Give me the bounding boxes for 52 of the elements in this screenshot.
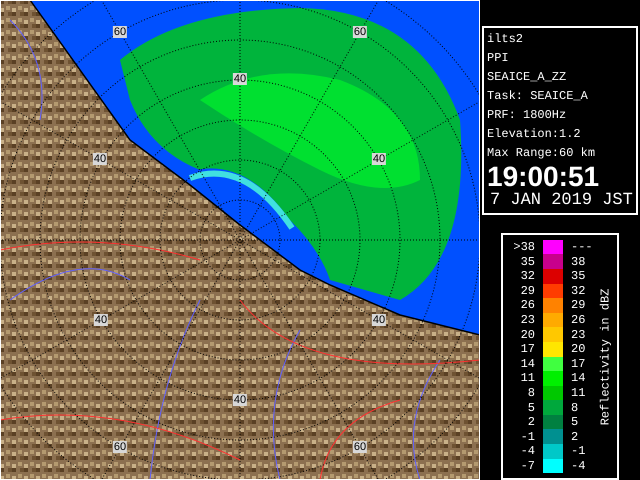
legend-high-value: 14 — [571, 371, 586, 386]
info-line: ilts2 — [487, 31, 524, 48]
info-line: Task: SEAICE_A — [487, 88, 589, 105]
legend-low-value: -4 — [520, 444, 535, 458]
info-line: PPI — [487, 50, 510, 67]
legend-high-value: 8 — [571, 400, 580, 415]
legend-high-value: 2 — [571, 430, 580, 444]
legend-low-value: 11 — [520, 371, 535, 386]
legend-low-value: 5 — [526, 400, 535, 415]
legend-low-value: 23 — [520, 313, 535, 328]
range-label: 60 — [112, 26, 128, 38]
range-label: 40 — [372, 153, 386, 165]
time-text: 19:00:51 — [487, 163, 600, 191]
range-label: 40 — [372, 314, 386, 326]
info-line: Max Range:60 km — [487, 145, 596, 162]
legend-low-value: 8 — [526, 386, 535, 400]
legend-high-value: 23 — [571, 328, 586, 342]
date-text: 7 JAN 2019 JST — [489, 191, 633, 211]
legend-high-value: 5 — [571, 415, 580, 430]
legend-high-value: 29 — [571, 298, 586, 312]
range-label: 40 — [92, 153, 108, 165]
info-line: Elevation:1.2 — [487, 126, 582, 143]
range-label: 40 — [232, 394, 248, 406]
legend-low-value: -1 — [520, 430, 535, 444]
range-label: 60 — [352, 441, 368, 453]
legend-low-value: 35 — [520, 254, 535, 269]
legend-high-value: 20 — [571, 342, 586, 356]
range-label: 40 — [232, 73, 248, 85]
legend-high-value: 11 — [571, 386, 586, 400]
info-line: PRF: 1800Hz — [487, 107, 568, 124]
legend-low-value: 17 — [520, 342, 535, 356]
legend-high-value: --- — [571, 240, 594, 254]
legend-low-value: >38 — [512, 240, 535, 254]
legend-high-value: -4 — [571, 458, 586, 473]
legend-low-value: 26 — [520, 298, 535, 312]
legend-low-value: 32 — [520, 269, 535, 284]
legend-low-value: -7 — [520, 458, 535, 473]
range-label: 40 — [94, 314, 108, 326]
legend-low-value: 14 — [520, 356, 535, 371]
legend-high-value: 38 — [571, 254, 586, 269]
range-label: 60 — [352, 26, 368, 38]
legend-high-value: -1 — [571, 444, 586, 458]
legend-high-value: 26 — [571, 313, 586, 328]
legend-high-value: 32 — [571, 284, 586, 298]
legend-low-value: 20 — [520, 328, 535, 342]
legend-title: Reflectivity in dBZ — [597, 288, 613, 425]
info-line: SEAICE_A_ZZ — [487, 69, 568, 86]
legend-low-value: 29 — [520, 284, 535, 298]
legend-high-value: 17 — [571, 356, 586, 371]
legend-low-value: 2 — [526, 415, 535, 430]
legend-high-value: 35 — [571, 269, 586, 284]
range-label: 60 — [112, 441, 128, 453]
